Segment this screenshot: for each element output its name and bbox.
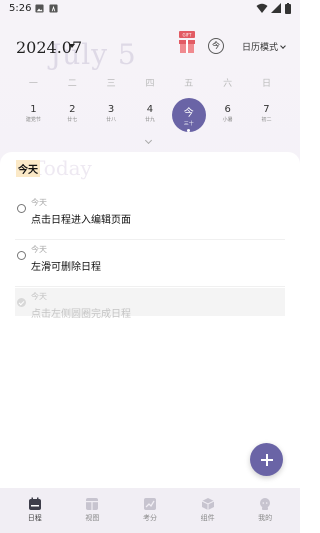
schedule-item-completed[interactable]: 今天 点击左侧圆圈完成日程: [0, 288, 300, 334]
weekday-row: 一 二 三 四 五 六 日: [0, 76, 300, 90]
weekday-label: 六: [223, 79, 233, 89]
view-icon: [86, 498, 99, 510]
day-cell[interactable]: 6 小暑: [216, 104, 240, 136]
nav-item-widget[interactable]: 组件: [186, 488, 230, 533]
complete-circle-icon[interactable]: [17, 251, 26, 260]
calendar-header: July 5 2024.07 GIFT 今 日历模式: [0, 18, 300, 76]
day-number: 6: [224, 104, 231, 115]
check-circle-icon[interactable]: [17, 298, 26, 307]
nav-label: 组件: [200, 514, 215, 522]
weekday-label: 日: [261, 79, 271, 89]
lunar-date: 建党节: [25, 117, 41, 123]
expand-calendar-icon[interactable]: [144, 136, 153, 145]
schedule-card: Today 今天 今天 点击日程进入编辑页面 今天 左滑可删除日程 今天 点击左…: [0, 152, 300, 488]
status-bar: 5:26: [0, 0, 300, 18]
weekday-label: 三: [106, 79, 116, 89]
schedule-title: 点击日程进入编辑页面: [31, 215, 131, 226]
day-cell-selected[interactable]: 今 三十: [171, 98, 206, 136]
day-cell[interactable]: 1 建党节: [21, 104, 45, 136]
profile-icon: [260, 498, 271, 510]
status-time: 5:26: [9, 3, 32, 14]
nav-label: 视图: [85, 514, 100, 522]
nav-item-schedule[interactable]: 日程: [13, 488, 57, 533]
gallery-icon: [35, 4, 44, 13]
bottom-navigation: 日程 视图 考分 组件 我的: [0, 488, 300, 533]
nav-item-view[interactable]: 视图: [70, 488, 114, 533]
notification-a-icon: [49, 4, 58, 13]
day-number: 4: [146, 104, 154, 115]
week-day-row: 1 建党节 2 廿七 3 廿八 4 廿九 今 三十 6 小暑 7 初二: [0, 98, 300, 136]
weekday-label: 五: [184, 79, 194, 89]
schedule-icon: [28, 497, 41, 510]
today-button[interactable]: 今: [208, 38, 224, 54]
schedule-title: 点击左侧圆圈完成日程: [31, 309, 131, 320]
battery-icon: [285, 3, 291, 14]
gift-icon[interactable]: GIFT: [177, 31, 197, 55]
chart-icon: [143, 498, 156, 510]
divider: [15, 239, 285, 240]
nav-item-profile[interactable]: 我的: [243, 488, 287, 533]
signal-icon: [271, 3, 281, 13]
day-number: 1: [30, 104, 37, 115]
lunar-date: 廿九: [144, 117, 155, 123]
schedule-day: 今天: [31, 245, 47, 254]
day-number: 3: [107, 104, 115, 115]
day-cell[interactable]: 2 廿七: [60, 104, 84, 136]
nav-label: 考分: [142, 514, 157, 522]
schedule-item[interactable]: 今天 左滑可删除日程: [0, 241, 300, 287]
day-number: 7: [263, 104, 270, 115]
chevron-down-icon: [280, 43, 286, 49]
complete-circle-icon[interactable]: [17, 204, 26, 213]
weekday-label: 四: [145, 79, 155, 89]
section-title: 今天: [16, 160, 40, 177]
nav-label: 日程: [27, 514, 42, 522]
schedule-title: 左滑可删除日程: [31, 262, 101, 273]
gift-badge-text: GIFT: [183, 33, 193, 38]
divider: [15, 286, 285, 287]
weekday-label: 一: [28, 79, 38, 89]
calendar-mode-label: 日历模式: [242, 43, 279, 53]
day-number: 今: [183, 108, 194, 119]
schedule-item[interactable]: 今天 点击日程进入编辑页面: [0, 194, 300, 240]
day-cell[interactable]: 4 廿九: [138, 104, 162, 136]
lunar-date: 廿八: [106, 117, 117, 123]
lunar-date: 初二: [261, 117, 272, 123]
lunar-date: 小暑: [222, 117, 233, 123]
weekday-label: 二: [67, 79, 77, 89]
app-root: 5:26 July 5 2024.07 GIFT 今 日历模式 一 二 三 四 …: [0, 0, 300, 533]
day-number: 2: [69, 104, 76, 115]
schedule-day: 今天: [31, 292, 47, 301]
chevron-down-icon[interactable]: [69, 44, 75, 48]
day-cell[interactable]: 7 初二: [254, 104, 278, 136]
nav-label: 我的: [258, 514, 273, 522]
schedule-day: 今天: [31, 198, 47, 207]
lunar-date: 廿七: [67, 117, 78, 123]
today-watermark: Today: [32, 156, 92, 180]
widget-icon: [201, 498, 214, 510]
wifi-icon: [256, 3, 268, 13]
nav-item-score[interactable]: 考分: [128, 488, 172, 533]
day-cell[interactable]: 3 廿八: [99, 104, 123, 136]
add-schedule-button[interactable]: [250, 443, 283, 476]
calendar-mode-dropdown[interactable]: 日历模式: [242, 40, 286, 53]
lunar-date: 三十: [183, 121, 194, 127]
